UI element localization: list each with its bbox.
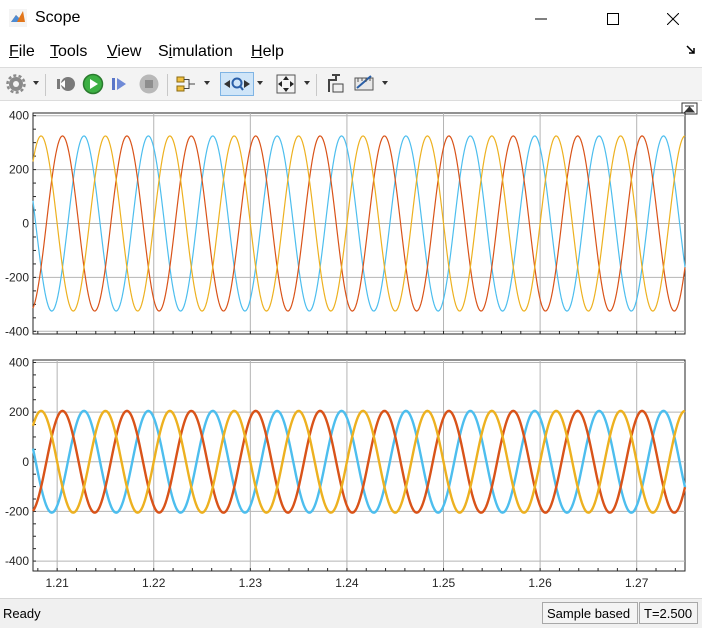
scope-plots[interactable]: -400 -200 0 200 400 -400 -200 0 200 400 1.21 1.22 1.… [0, 101, 702, 598]
step-forward-icon[interactable] [109, 72, 133, 96]
zoom-dropdown-icon[interactable] [257, 81, 263, 85]
x-tick-label: 1.24 [335, 576, 359, 590]
undock-arrow-icon[interactable] [686, 45, 696, 55]
toolbar-separator [316, 74, 317, 96]
autoscale-dropdown-icon[interactable] [304, 81, 310, 85]
y-tick-label: 0 [22, 455, 29, 469]
highlight-block-icon[interactable] [324, 72, 348, 96]
stop-icon[interactable] [137, 72, 161, 96]
zoom-button[interactable] [220, 72, 254, 96]
x-tick-label: 1.23 [239, 576, 263, 590]
menu-simulation[interactable]: Simulation [158, 43, 233, 61]
settings-dropdown-icon[interactable] [33, 81, 39, 85]
measurements-icon[interactable] [352, 72, 376, 96]
y-tick-label: -200 [5, 270, 29, 284]
zoom-icon [224, 77, 250, 91]
y-tick-label: -400 [5, 324, 29, 338]
x-tick-label: 1.22 [142, 576, 166, 590]
menu-help[interactable]: Help [251, 43, 284, 61]
status-mode: Sample based [542, 602, 638, 624]
y-tick-label: 200 [9, 163, 29, 177]
toolbar [0, 67, 702, 101]
y-tick-label: 400 [9, 355, 29, 369]
x-tick-label: 1.27 [625, 576, 649, 590]
menu-tools[interactable]: Tools [50, 43, 87, 61]
autoscale-icon[interactable] [274, 72, 298, 96]
title-bar: Scope [0, 0, 702, 38]
status-ready: Ready [3, 606, 41, 621]
window-title: Scope [35, 9, 81, 26]
maximize-icon [607, 13, 619, 25]
y-tick-label: 0 [22, 217, 29, 231]
status-time: T=2.500 [639, 602, 698, 624]
toolbar-separator [167, 74, 168, 96]
status-bar: Ready Sample based T=2.500 [0, 598, 702, 628]
maximize-button[interactable] [590, 0, 636, 38]
step-back-icon[interactable] [54, 72, 78, 96]
scope-display: -400 -200 0 200 400 -400 -200 0 200 400 1.21 1.22 1.… [0, 101, 702, 598]
y-tick-label: -400 [5, 554, 29, 568]
y-tick-label: 200 [9, 405, 29, 419]
minimize-icon [535, 18, 547, 20]
menu-view[interactable]: View [107, 43, 141, 61]
menu-file[interactable]: File [9, 43, 35, 61]
close-icon [667, 13, 679, 25]
y-tick-label: -200 [5, 504, 29, 518]
x-tick-label: 1.21 [45, 576, 69, 590]
y-tick-label: 400 [9, 109, 29, 123]
x-tick-label: 1.26 [528, 576, 552, 590]
menu-bar: File Tools View Simulation Help [0, 38, 702, 66]
signal-config-dropdown-icon[interactable] [204, 81, 210, 85]
matlab-icon [9, 9, 27, 27]
menu-file-accel: F [9, 43, 19, 60]
minimize-button[interactable] [518, 0, 564, 38]
x-tick-label: 1.25 [432, 576, 456, 590]
measurements-dropdown-icon[interactable] [382, 81, 388, 85]
close-button[interactable] [650, 0, 696, 38]
toolbar-separator [45, 74, 46, 96]
settings-icon[interactable] [5, 72, 27, 96]
run-icon[interactable] [81, 72, 105, 96]
menu-file-rest: ile [18, 43, 35, 60]
signal-config-icon[interactable] [175, 72, 197, 96]
